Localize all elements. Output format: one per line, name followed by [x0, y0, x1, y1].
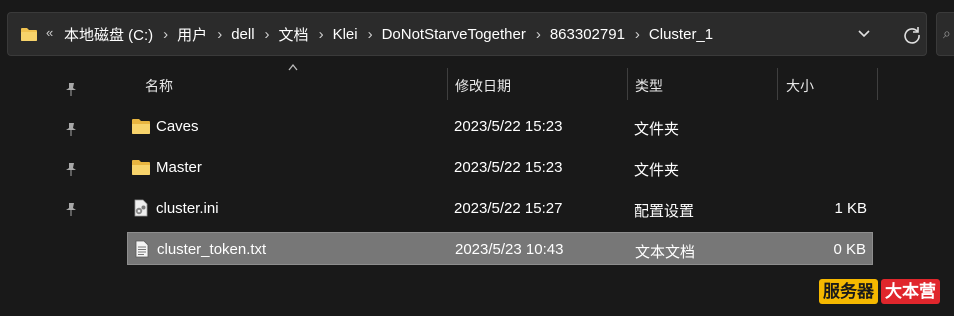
refresh-icon[interactable]	[901, 24, 923, 46]
file-type: 文件夹	[634, 121, 680, 138]
breadcrumb-separator-chevron-icon[interactable]: ›	[319, 26, 324, 43]
breadcrumb-item[interactable]: 863302791	[550, 26, 625, 43]
pin-icon	[66, 203, 76, 216]
breadcrumb-overflow-button[interactable]: «	[46, 25, 53, 40]
file-modified-date: 2023/5/23 10:43	[455, 241, 564, 258]
file-explorer-window: « 本地磁盘 (C:) › 用户 › dell › 文档 › Klei › DoNotStarveT…	[0, 0, 954, 316]
chevron-down-icon[interactable]	[854, 26, 874, 42]
breadcrumb-item[interactable]: Klei	[333, 26, 358, 43]
breadcrumb-item[interactable]: DoNotStarveTogether	[382, 26, 526, 43]
file-modified-date: 2023/5/22 15:27	[454, 200, 563, 217]
breadcrumb-item[interactable]: dell	[231, 26, 254, 43]
column-header-size[interactable]: 大小	[786, 76, 814, 96]
breadcrumb-separator-chevron-icon[interactable]: ›	[217, 26, 222, 43]
column-divider[interactable]	[877, 68, 878, 100]
breadcrumb-separator-chevron-icon[interactable]: ›	[163, 26, 168, 43]
column-header-type[interactable]: 类型	[635, 76, 663, 96]
folder-icon	[132, 160, 150, 175]
file-name: cluster_token.txt	[157, 241, 267, 258]
file-row-master[interactable]: Master 2023/5/22 15:23 文件夹	[127, 151, 873, 184]
address-bar[interactable]: « 本地磁盘 (C:) › 用户 › dell › 文档 › Klei › DoNotStarveT…	[7, 12, 927, 56]
folder-icon	[21, 28, 37, 41]
search-icon: ⌕	[943, 25, 951, 41]
pin-icon	[66, 83, 76, 96]
file-modified-date: 2023/5/22 15:23	[454, 159, 563, 176]
file-type: 文件夹	[634, 162, 680, 179]
breadcrumb-separator-chevron-icon[interactable]: ›	[368, 26, 373, 43]
file-type: 文本文档	[635, 244, 696, 261]
file-modified-date: 2023/5/22 15:23	[454, 118, 563, 135]
breadcrumb-item[interactable]: Cluster_1	[649, 26, 713, 43]
column-divider[interactable]	[447, 68, 448, 100]
search-box[interactable]: ⌕	[936, 12, 954, 56]
breadcrumb-separator-chevron-icon[interactable]: ›	[635, 26, 640, 43]
text-file-icon	[135, 240, 149, 258]
breadcrumb-separator-chevron-icon[interactable]: ›	[265, 26, 270, 43]
breadcrumb-item[interactable]: 用户	[177, 24, 207, 45]
breadcrumb-item[interactable]: 本地磁盘 (C:)	[64, 24, 153, 45]
pin-icon	[66, 123, 76, 136]
file-name: Caves	[156, 118, 199, 135]
breadcrumb: 本地磁盘 (C:) › 用户 › dell › 文档 › Klei › DoNotStarveTog…	[64, 13, 713, 55]
breadcrumb-item[interactable]: 文档	[279, 24, 309, 45]
column-header-name[interactable]: 名称	[145, 76, 173, 96]
column-divider[interactable]	[627, 68, 628, 100]
file-name: cluster.ini	[156, 200, 219, 217]
watermark-text-left: 服务器	[819, 279, 878, 304]
column-divider[interactable]	[777, 68, 778, 100]
file-size: 1 KB	[834, 200, 867, 217]
pin-icon	[66, 163, 76, 176]
config-file-icon	[134, 199, 148, 217]
breadcrumb-separator-chevron-icon[interactable]: ›	[536, 26, 541, 43]
watermark-text-right: 大本营	[881, 279, 940, 304]
file-row-caves[interactable]: Caves 2023/5/22 15:23 文件夹	[127, 110, 873, 143]
file-row-cluster-ini[interactable]: cluster.ini 2023/5/22 15:27 配置设置 1 KB	[127, 192, 873, 225]
sort-ascending-icon	[288, 63, 298, 71]
file-name: Master	[156, 159, 202, 176]
file-row-cluster-token[interactable]: cluster_token.txt 2023/5/23 10:43 文本文档 0…	[127, 232, 873, 265]
watermark-logo: 服务器 大本营	[819, 278, 940, 305]
folder-icon	[132, 119, 150, 134]
file-type: 配置设置	[634, 203, 695, 220]
column-header-date[interactable]: 修改日期	[455, 76, 511, 96]
file-size: 0 KB	[833, 241, 866, 258]
